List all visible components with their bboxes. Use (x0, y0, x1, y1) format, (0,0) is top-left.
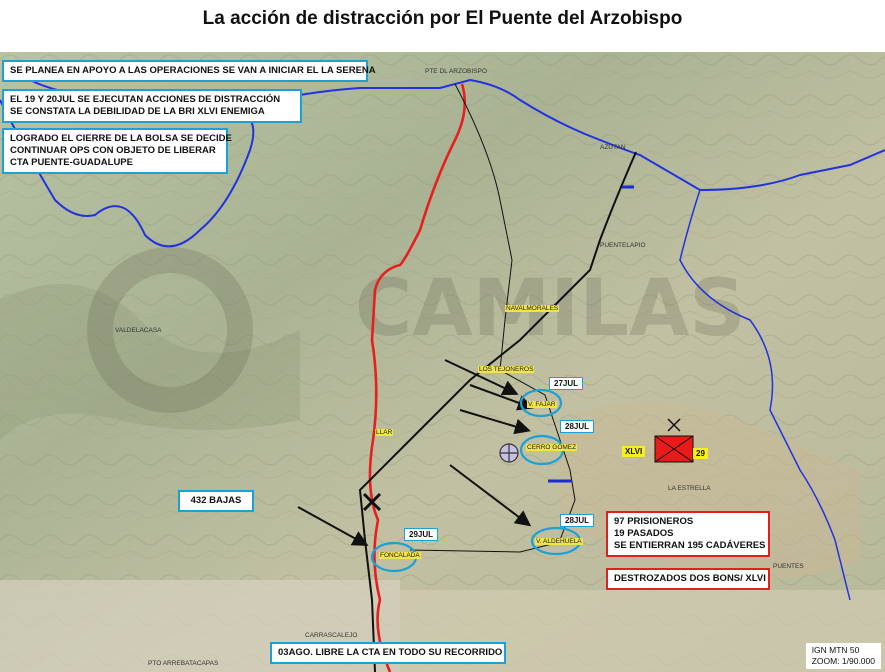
info-box-distraction: EL 19 Y 20JUL SE EJECUTAN ACCIONES DE DI… (2, 89, 302, 123)
place-puentelapio: PUENTELAPIO (600, 242, 646, 249)
place-fajar: V. FAJAR (527, 401, 557, 408)
place-pte-arzobispo: PTE DL ARZOBISPO (425, 68, 487, 75)
place-tejoneras: LOS TEJONEROS (478, 366, 535, 373)
place-aldehuela: V. ALDEHUELA (535, 538, 583, 545)
date-label-28jul-a: 28JUL (560, 420, 595, 433)
place-la-estrella: LA ESTRELLA (668, 485, 711, 492)
place-valdelacasa: VALDELACASA (115, 327, 162, 334)
info-box-closure: LOGRADO EL CIERRE DE LA BOLSA SE DECIDE … (2, 128, 232, 174)
info-box-casualties: 432 BAJAS (178, 490, 254, 512)
date-label-29jul: 29JUL (404, 528, 439, 541)
page-title: La acción de distracción por El Puente d… (202, 8, 683, 29)
date-label-27jul: 27JUL (549, 377, 584, 390)
date-label-28jul-b: 28JUL (560, 514, 595, 527)
info-box-destroyed: DESTROZADOS DOS BONS/ XLVI (606, 568, 770, 590)
info-box-prisoners: 97 PRISIONEROS 19 PASADOS SE ENTIERRAN 1… (606, 511, 770, 557)
enemy-unit-name: XLVI (622, 446, 646, 457)
place-navalmorales: NAVALMORALES (505, 305, 560, 312)
place-cerro-gomez: CERRO GOMEZ (526, 444, 578, 451)
place-azutan: AZUTAN (600, 144, 626, 151)
enemy-unit-number: 29 (693, 448, 708, 459)
place-carrascalejo: CARRASCALEJO (305, 632, 358, 639)
map-scale: IGN MTN 50 ZOOM: 1/90.000 (805, 643, 881, 669)
place-puentes: PUENTES (773, 563, 804, 570)
target-icon (499, 443, 519, 463)
place-pto-arrebatacapas: PTO ARREBATACAPAS (148, 660, 219, 667)
info-box-road-free: 03AGO. LIBRE LA CTA EN TODO SU RECORRIDO (270, 642, 506, 664)
place-foncalada: FONCALADA (379, 552, 421, 559)
place-villar: LLAR (375, 429, 394, 436)
info-box-plan: SE PLANEA EN APOYO A LAS OPERACIONES SE … (2, 60, 376, 82)
